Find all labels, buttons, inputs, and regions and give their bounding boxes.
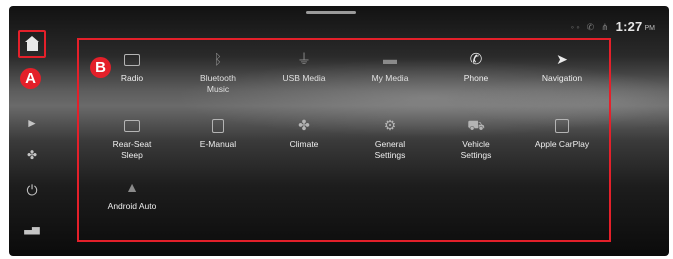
app-usb-media[interactable]: ⏚ USB Media xyxy=(264,51,344,84)
bluetooth-icon: ᛒ xyxy=(213,51,223,67)
car-gear-icon: ⛟ xyxy=(467,117,485,133)
app-navigation[interactable]: ➤ Navigation xyxy=(522,51,602,84)
app-bluetooth-music[interactable]: ᛒ Bluetooth Music xyxy=(178,51,258,95)
clock-time: 1:27 xyxy=(615,19,643,34)
radio-icon xyxy=(122,51,142,68)
app-my-media[interactable]: ▬ My Media xyxy=(350,51,430,84)
pull-down-handle[interactable] xyxy=(306,11,356,14)
climate-button[interactable]: ✤ xyxy=(20,144,44,166)
vehicle-icon: ▃▅ xyxy=(24,223,40,235)
callout-marker-a: A xyxy=(20,68,41,89)
app-vehicle-settings[interactable]: ⛟ Vehicle Settings xyxy=(436,117,516,161)
folder-icon: ▬ xyxy=(383,51,397,67)
app-radio[interactable]: Radio xyxy=(92,51,172,84)
home-icon xyxy=(24,35,39,51)
vehicle-button[interactable]: ▃▅ xyxy=(20,218,44,240)
media-button[interactable]: ► xyxy=(20,112,44,134)
app-rear-seat-sleep[interactable]: Rear-Seat Sleep xyxy=(92,117,172,161)
fan-icon: ✤ xyxy=(298,117,310,133)
phone-signal-icon: ✆ xyxy=(586,21,595,32)
sidebar: ► ✤ ⏻ ▃▅ xyxy=(9,6,55,256)
wifi-icon: ⋔ xyxy=(601,21,609,32)
android-auto-icon: ▲ xyxy=(125,179,139,195)
app-general-settings[interactable]: ⚙ General Settings xyxy=(350,117,430,161)
signal-icon: ◦ ◦ xyxy=(570,21,580,32)
clock-ampm: PM xyxy=(644,24,656,32)
gear-icon: ⚙ xyxy=(383,117,397,133)
app-android-auto[interactable]: ▲ Android Auto xyxy=(92,179,172,212)
usb-icon: ⏚ xyxy=(297,51,311,67)
phone-icon: ✆ xyxy=(469,51,483,68)
navigation-arrow-icon: ➤ xyxy=(556,51,568,67)
power-icon: ⏻ xyxy=(26,181,38,198)
app-phone[interactable]: ✆ Phone xyxy=(436,51,516,84)
power-button[interactable]: ⏻ xyxy=(20,179,44,201)
home-button[interactable] xyxy=(18,30,46,58)
app-e-manual[interactable]: E-Manual xyxy=(178,117,258,150)
fan-icon: ✤ xyxy=(26,148,38,162)
app-apple-carplay[interactable]: Apple CarPlay xyxy=(522,117,602,150)
status-bar: ◦ ◦ ✆ ⋔ 1:27 PM xyxy=(571,19,655,34)
app-climate[interactable]: ✤ Climate xyxy=(264,117,344,150)
book-icon xyxy=(208,117,228,134)
rear-seat-sleep-icon xyxy=(122,117,142,134)
carplay-icon xyxy=(552,117,572,134)
play-icon: ► xyxy=(26,116,38,130)
